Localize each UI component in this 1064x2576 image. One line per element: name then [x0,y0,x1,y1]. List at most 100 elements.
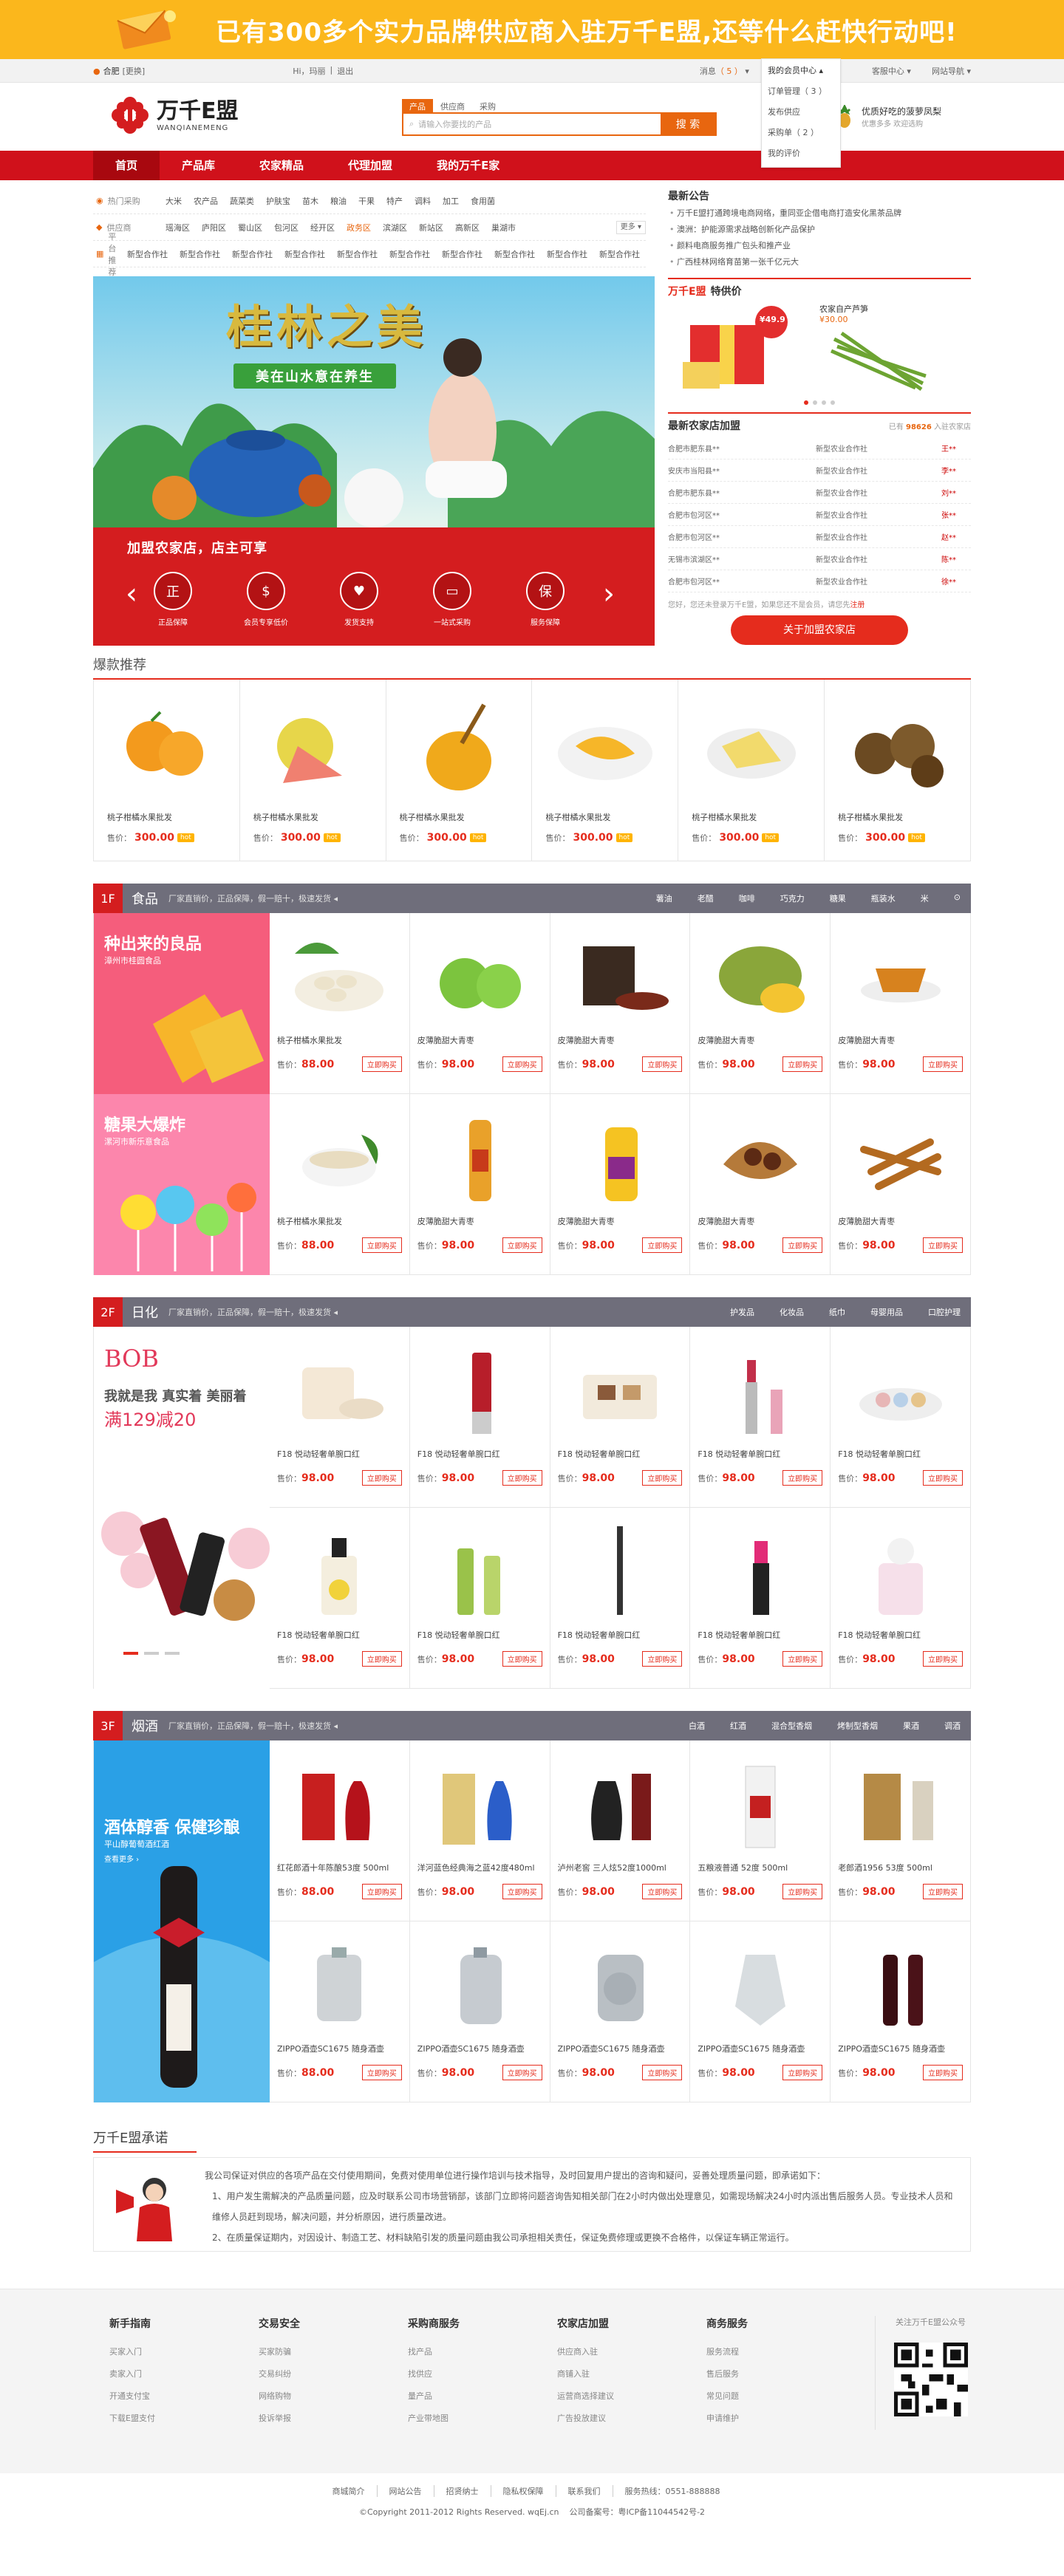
product-card[interactable]: F18 悦动轻奢单腕口红 售价：98.00 立即购买 [550,1327,691,1508]
buy-now-button[interactable]: 立即购买 [502,1884,542,1899]
buy-now-button[interactable]: 立即购买 [782,1056,823,1072]
nav-item-franchise[interactable]: 代理加盟 [326,151,415,180]
product-image[interactable] [417,1748,542,1859]
product-card[interactable]: 皮薄脆甜大青枣 售价：98.00 立即购买 [550,1094,691,1275]
product-image[interactable] [558,1515,683,1626]
category-link[interactable]: 农产品 [188,195,224,207]
buy-now-button[interactable]: 立即购买 [782,2065,823,2080]
search-button[interactable]: 搜 索 [661,114,715,134]
product-name[interactable]: 桃子柑橘水果批发 [400,811,519,823]
footer-link[interactable]: 找产品 [408,2341,519,2363]
announcement-item[interactable]: 颜料电商服务推广包头和推产业 [668,238,971,254]
bottom-link[interactable]: 招贤纳士 [446,2485,491,2497]
product-image[interactable] [698,920,822,1031]
product-card[interactable]: ZIPPO酒壶SC1675 随身酒壶 售价：98.00 立即购买 [831,1921,971,2102]
product-image[interactable] [838,687,957,805]
product-card[interactable]: 洋河蓝色经典海之蓝42度480ml 售价：98.00 立即购买 [409,1740,550,1921]
messages-link[interactable]: 消息（ 5 ） ▾ [700,65,749,77]
product-image[interactable] [253,687,372,805]
product-card[interactable]: 老郎酒1956 53度 500ml 售价：98.00 立即购买 [831,1740,971,1921]
ad-dot[interactable] [144,1652,159,1655]
product-card[interactable]: ZIPPO酒壶SC1675 随身酒壶 售价：98.00 立即购买 [409,1921,550,2102]
category-link[interactable]: 食用菌 [465,195,501,207]
product-name[interactable]: F18 悦动轻奢单腕口红 [417,1629,542,1641]
footer-link[interactable]: 卖家入门 [109,2363,220,2385]
product-card[interactable]: ZIPPO酒壶SC1675 随身酒壶 售价：98.00 立即购买 [550,1921,691,2102]
product-card[interactable]: 五粮液普通 52度 500ml 售价：98.00 立即购买 [690,1740,831,1921]
special-product[interactable]: 农家自产芦笋 ¥30.00 [819,303,956,399]
footer-link[interactable]: 常见问题 [706,2385,817,2408]
product-image[interactable] [838,920,963,1031]
product-name[interactable]: F18 悦动轻奢单腕口红 [417,1448,542,1460]
product-name[interactable]: 桃子柑橘水果批发 [838,811,957,823]
header-promo[interactable]: 优质好吃的菠萝凤梨 优惠多多 欢迎选购 [833,105,941,129]
buy-now-button[interactable]: 立即购买 [642,2065,683,2080]
category-link[interactable]: 巢湖市 [485,222,522,233]
product-card[interactable]: 皮薄脆甜大青枣 售价：98.00 立即购买 [409,913,550,1094]
product-image[interactable] [838,1101,963,1212]
footer-link[interactable]: 买家防骗 [259,2341,369,2363]
product-card[interactable]: 皮薄脆甜大青枣 售价：98.00 立即购买 [831,913,971,1094]
product-name[interactable]: 洋河蓝色经典海之蓝42度480ml [417,1862,542,1873]
buy-now-button[interactable]: 立即购买 [923,1884,963,1899]
category-link[interactable]: 护肤宝 [260,195,296,207]
product-card[interactable]: F18 悦动轻奢单腕口红 售价：98.00 立即购买 [550,1508,691,1689]
buy-now-button[interactable]: 立即购买 [642,1470,683,1486]
bottom-link[interactable]: 联系我们 [568,2485,613,2497]
sitemap-link[interactable]: 网站导航 ▾ [932,65,971,77]
product-name[interactable]: 皮薄脆甜大青枣 [417,1215,542,1227]
product-name[interactable]: 桃子柑橘水果批发 [107,811,226,823]
product-card[interactable]: F18 悦动轻奢单腕口红 售价：98.00 立即购买 [409,1508,550,1689]
product-name[interactable]: 皮薄脆甜大青枣 [558,1215,683,1227]
footer-link[interactable]: 供应商入驻 [557,2341,668,2363]
product-image[interactable] [417,1101,542,1212]
product-image[interactable] [698,1748,822,1859]
product-card[interactable]: F18 悦动轻奢单腕口红 售价：98.00 立即购买 [409,1327,550,1508]
product-name[interactable]: F18 悦动轻奢单腕口红 [838,1629,963,1641]
footer-link[interactable]: 投诉举报 [259,2408,369,2430]
hot-product-card[interactable]: 桃子柑橘水果批发 售价： 300.00 hot [825,680,970,861]
product-image[interactable] [698,1334,822,1445]
buy-now-button[interactable]: 立即购买 [923,1237,963,1253]
product-image[interactable] [558,1929,683,2040]
buy-now-button[interactable]: 立即购买 [502,1056,542,1072]
product-name[interactable]: 桃子柑橘水果批发 [253,811,372,823]
product-name[interactable]: ZIPPO酒壶SC1675 随身酒壶 [558,2043,683,2054]
category-link[interactable]: 新型合作社 [226,248,279,260]
footer-link[interactable]: 量产品 [408,2385,519,2408]
announcement-item[interactable]: 万千E盟打通跨境电商网络，重同亚企借电商打造安化黑茶品牌 [668,205,971,222]
dropdown-item-orders[interactable]: 订单管理（ 3 ） [762,81,840,102]
floor-tab[interactable]: 母婴用品 [870,1306,903,1318]
member-center-dropdown[interactable]: 我的会员中心 ▴ 订单管理（ 3 ） 发布供应 采购单（ 2 ） 我的评价 [761,58,841,168]
buy-now-button[interactable]: 立即购买 [923,1056,963,1072]
floor-tab[interactable]: 纸巾 [829,1306,845,1318]
floor-tab[interactable]: ⊙ [954,892,961,904]
floor-tab[interactable]: 口腔护理 [928,1306,961,1318]
product-image[interactable] [417,1334,542,1445]
buy-now-button[interactable]: 立即购买 [361,1651,402,1667]
product-card[interactable]: 皮薄脆甜大青枣 售价：98.00 立即购买 [831,1094,971,1275]
category-link[interactable]: 新型合作社 [541,248,593,260]
product-name[interactable]: 皮薄脆甜大青枣 [838,1034,963,1046]
search-input[interactable]: ⌕ 请输入你要找的产品 [403,114,661,134]
product-image[interactable] [698,1101,822,1212]
hot-product-card[interactable]: 桃子柑橘水果批发 售价： 300.00 hot [240,680,386,861]
announcement-item[interactable]: 澳洲：护能源需求战略创新化产品保护 [668,222,971,238]
buy-now-button[interactable]: 立即购买 [361,1237,402,1253]
product-name[interactable]: 桃子柑橘水果批发 [545,811,664,823]
nav-item-home[interactable]: 首页 [93,151,160,180]
search-tab-products[interactable]: 产品 [402,99,433,112]
special-product[interactable]: ¥49.9 [668,303,805,399]
buy-now-button[interactable]: 立即购买 [923,2065,963,2080]
join-store-button[interactable]: 关于加盟农家店 [731,615,908,645]
product-name[interactable]: ZIPPO酒壶SC1675 随身酒壶 [838,2043,963,2054]
product-card[interactable]: 桃子柑橘水果批发 售价：88.00 立即购买 [270,1094,410,1275]
buy-now-button[interactable]: 立即购买 [361,1470,402,1486]
carousel-dot[interactable] [804,400,808,405]
product-name[interactable]: 皮薄脆甜大青枣 [417,1034,542,1046]
service-center-link[interactable]: 客服中心 ▾ [872,65,911,77]
product-card[interactable]: 皮薄脆甜大青枣 售价：98.00 立即购买 [690,913,831,1094]
buy-now-button[interactable]: 立即购买 [923,1470,963,1486]
category-link[interactable]: 新型合作社 [121,248,174,260]
footer-link[interactable]: 买家入门 [109,2341,220,2363]
